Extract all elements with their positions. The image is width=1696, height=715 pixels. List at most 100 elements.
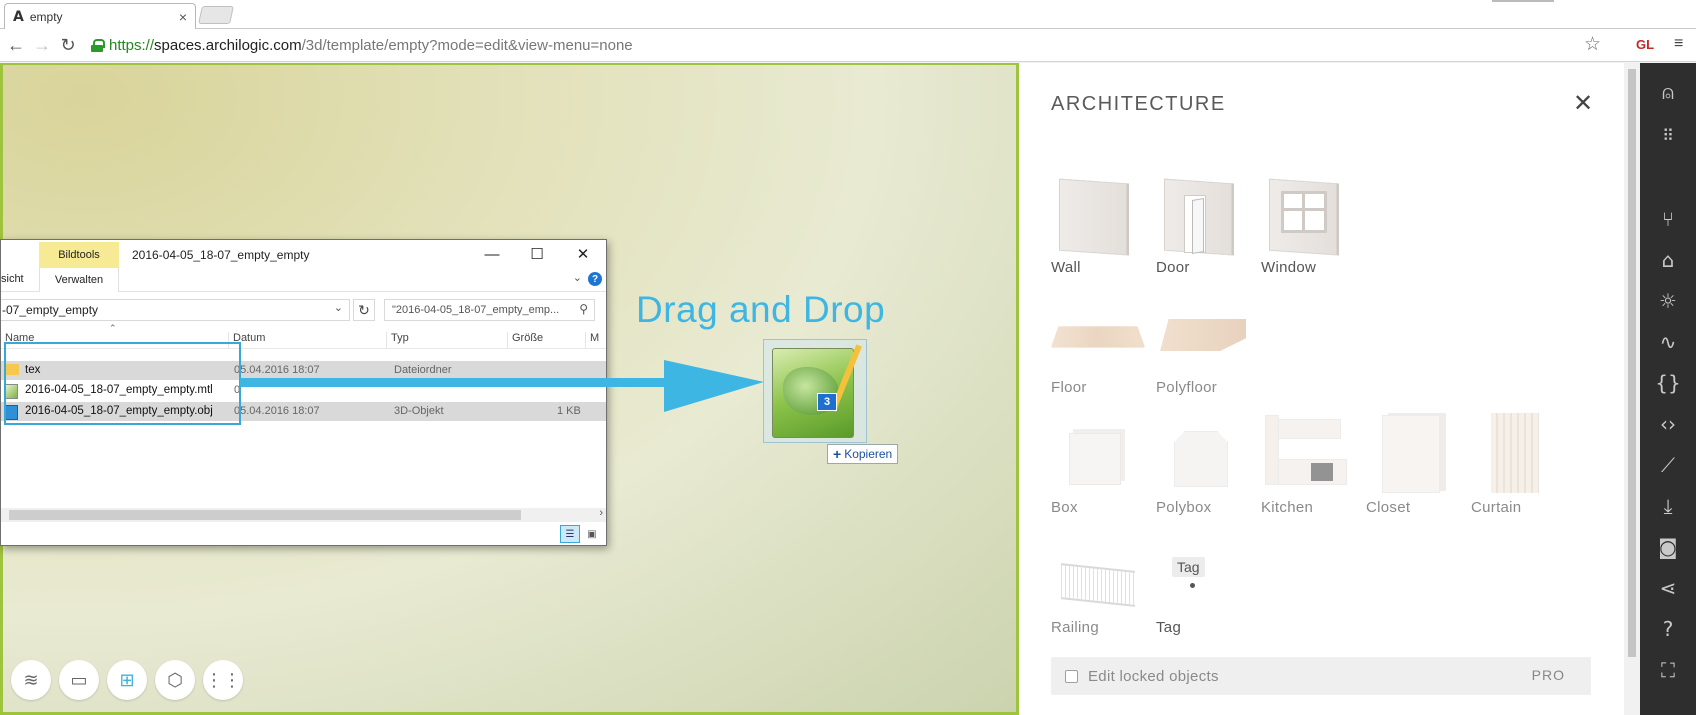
item-floor[interactable]: Floor [1050, 291, 1146, 401]
user-icon[interactable]: ⍝ [1640, 77, 1696, 107]
right-toolbar: ⍝ ⠿ ⑂ ⌂ ☼ ∿ {} ‹› ⟋ ⤓ ◙ ⋖ ? ⛶ [1640, 63, 1696, 715]
item-door[interactable]: Door [1156, 171, 1246, 281]
item-label: Window [1261, 259, 1317, 276]
home-icon[interactable]: ⌂ [1640, 245, 1696, 275]
address-dropdown-icon[interactable]: ⌄ [334, 301, 343, 314]
tab-close-icon[interactable]: × [179, 9, 187, 25]
large-icons-view-button[interactable]: ▣ [582, 525, 602, 543]
box-thumbnail [1051, 411, 1141, 493]
back-arrow-icon: ← [7, 34, 25, 55]
item-label: Wall [1051, 259, 1081, 276]
ribbon-tab-ansicht[interactable]: sicht [1, 273, 24, 285]
copy-tooltip-label: Kopieren [844, 447, 893, 461]
column-size[interactable]: Größe [508, 332, 586, 349]
panel-scrollbar[interactable] [1624, 63, 1640, 715]
item-polybox[interactable]: Polybox [1156, 411, 1246, 521]
item-label: Curtain [1471, 499, 1522, 516]
item-closet[interactable]: Closet [1366, 411, 1456, 521]
download-icon[interactable]: ⤓ [1640, 491, 1696, 521]
drag-arrow-graphic [240, 360, 764, 412]
kitchen-thumbnail [1261, 411, 1351, 493]
help-icon[interactable]: ? [1640, 614, 1696, 644]
share-icon[interactable]: ⋖ [1640, 573, 1696, 603]
floors-button[interactable]: ≋ [11, 660, 51, 700]
item-tag[interactable]: Tag Tag [1156, 531, 1246, 641]
code-icon[interactable]: ‹› [1640, 409, 1696, 439]
panel-scrollbar-thumb[interactable] [1628, 69, 1636, 657]
column-date[interactable]: Datum [229, 332, 387, 349]
extension-gl-button[interactable]: GL [1636, 37, 1654, 52]
footprints-icon: ⋮⋮ [205, 669, 241, 690]
explorer-horizontal-scrollbar[interactable]: › [1, 507, 606, 522]
explorer-window-title: 2016-04-05_18-07_empty_empty [132, 248, 310, 262]
3d-view-button[interactable]: ⬡ [155, 660, 195, 700]
column-more[interactable]: M [586, 332, 606, 349]
forward-button[interactable]: → [29, 32, 55, 58]
item-curtain[interactable]: Curtain [1471, 411, 1561, 521]
item-label: Railing [1051, 619, 1099, 636]
close-window-button[interactable]: ✕ [572, 243, 594, 265]
item-window[interactable]: Window [1261, 171, 1351, 281]
explorer-search-box[interactable]: "2016-04-05_18-07_empty_emp... ⚲ [384, 299, 595, 321]
details-view-button[interactable]: ☰ [560, 525, 580, 543]
item-label: Tag [1156, 619, 1182, 636]
camera-icon: ▭ [70, 669, 88, 690]
measure-icon[interactable]: ⟋ [1640, 450, 1696, 480]
floor-thumbnail [1050, 291, 1146, 373]
back-button[interactable]: ← [3, 32, 29, 58]
browser-toolbar: ← → ↻ https://spaces.archilogic.com/3d/t… [0, 29, 1696, 62]
search-icon: ⚲ [579, 302, 588, 316]
light-icon[interactable]: ☼ [1640, 286, 1696, 316]
item-label: Polybox [1156, 499, 1212, 516]
tag-thumbnail: Tag [1156, 531, 1246, 613]
scroll-right-icon[interactable]: › [599, 507, 603, 519]
chair-icon[interactable]: ⑂ [1640, 204, 1696, 234]
edit-locked-label: Edit locked objects [1088, 667, 1219, 685]
browser-menu-icon[interactable]: ≡ [1674, 35, 1683, 53]
explorer-refresh-button[interactable]: ↻ [353, 299, 375, 321]
lock-icon [91, 38, 105, 52]
item-railing[interactable]: Railing [1051, 531, 1141, 641]
column-type[interactable]: Typ [387, 332, 508, 349]
railing-thumbnail [1051, 531, 1141, 613]
new-tab-button[interactable] [198, 6, 234, 24]
scrollbar-thumb[interactable] [9, 510, 521, 520]
item-polyfloor[interactable]: Polyfloor [1156, 291, 1246, 401]
maximize-button[interactable]: ☐ [526, 243, 548, 265]
edit-locked-objects-row[interactable]: Edit locked objects PRO [1051, 657, 1591, 695]
minimize-button[interactable]: — [481, 243, 503, 265]
walk-mode-button[interactable]: ⋮⋮ [203, 660, 243, 700]
closet-thumbnail [1366, 411, 1456, 493]
pulse-icon[interactable]: ∿ [1640, 327, 1696, 357]
camera-button[interactable]: ▭ [59, 660, 99, 700]
ribbon-tab-verwalten[interactable]: Verwalten [39, 268, 119, 292]
reload-button[interactable]: ↻ [55, 32, 81, 58]
braces-icon[interactable]: {} [1640, 368, 1696, 398]
selection-highlight-box [4, 342, 241, 425]
apps-grid-icon[interactable]: ⠿ [1640, 120, 1696, 150]
item-wall[interactable]: Wall [1051, 171, 1141, 281]
ribbon-bildtools[interactable]: Bildtools [39, 242, 119, 268]
window-controls [1492, 0, 1554, 2]
bookmark-star-icon[interactable]: ☆ [1584, 33, 1601, 56]
copy-tooltip: + Kopieren [827, 444, 899, 464]
floorplan-button[interactable]: ⊞ [107, 660, 147, 700]
explorer-address-bar[interactable]: -07_empty_empty ⌄ [1, 299, 350, 321]
ribbon-expand-chevron-icon[interactable]: ⌄ [573, 271, 582, 284]
camera-icon[interactable]: ◙ [1640, 532, 1696, 562]
panel-close-icon[interactable]: ✕ [1573, 89, 1593, 118]
browser-tab[interactable]: A empty × [4, 3, 196, 29]
fullscreen-icon[interactable]: ⛶ [1640, 655, 1696, 685]
help-icon[interactable]: ? [588, 272, 602, 286]
item-box[interactable]: Box [1051, 411, 1141, 521]
browser-tabstrip: A empty × [0, 0, 1696, 29]
item-label: Box [1051, 499, 1078, 516]
reload-icon: ↻ [60, 34, 76, 55]
floors-icon: ≋ [23, 669, 39, 690]
refresh-icon: ↻ [358, 301, 370, 318]
architecture-panel: ARCHITECTURE ✕ Wall Door Window Floor Po… [1019, 63, 1640, 715]
address-bar[interactable]: https://spaces.archilogic.com/3d/templat… [87, 33, 1615, 58]
item-kitchen[interactable]: Kitchen [1261, 411, 1351, 521]
explorer-titlebar[interactable]: Bildtools 2016-04-05_18-07_empty_empty —… [1, 240, 606, 268]
edit-locked-checkbox[interactable] [1065, 669, 1078, 683]
